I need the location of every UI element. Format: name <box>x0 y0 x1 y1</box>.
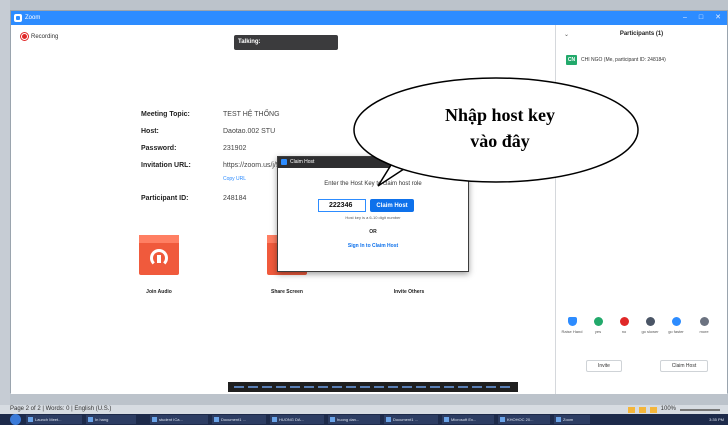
more-button[interactable]: more <box>692 317 716 334</box>
participant-item[interactable]: CN CHI NGO (Me, participant ID: 248184) <box>566 55 666 65</box>
minimize-icon[interactable]: – <box>683 11 687 25</box>
word-status-text: Page 2 of 2 | Words: 0 | English (U.S.) <box>10 406 112 412</box>
window-controls: – □ ✕ <box>683 11 721 25</box>
word-zoom-control[interactable]: 100% <box>627 405 720 414</box>
participant-name: CHI NGO (Me, participant ID: 248184) <box>581 57 666 63</box>
join-audio-icon <box>139 232 179 275</box>
password-value: 231902 <box>223 145 247 152</box>
callout-text: Nhập host key vào đây <box>380 102 620 154</box>
windows-taskbar: Launch Meet... In hang student ICa... Do… <box>0 414 728 425</box>
go-slower-button[interactable]: go slower <box>638 317 662 334</box>
invite-button[interactable]: Invite <box>586 360 622 372</box>
recording-label: Recording <box>31 33 59 40</box>
go-faster-button[interactable]: go faster <box>664 317 688 334</box>
word-document-strip <box>228 382 518 392</box>
callout-line-1: Nhập host key <box>444 105 556 125</box>
taskbar-item[interactable]: HUONG DA... <box>270 415 324 424</box>
participant-id-value: 248184 <box>223 195 247 202</box>
slower-icon <box>645 317 655 326</box>
talking-indicator: Talking: <box>234 35 338 50</box>
taskbar-item[interactable]: student ICa... <box>150 415 208 424</box>
meeting-topic-label: Meeting Topic: <box>141 111 190 118</box>
taskbar-item[interactable]: Zoom <box>554 415 590 424</box>
x-icon <box>619 317 629 326</box>
taskbar-item[interactable]: In hang <box>86 415 136 424</box>
raise-hand-button[interactable]: Raise Hand <box>560 317 584 334</box>
word-zoom-value: 100% <box>660 406 676 412</box>
start-button[interactable] <box>10 414 21 425</box>
word-status-bar: Page 2 of 2 | Words: 0 | English (U.S.) … <box>0 405 728 414</box>
no-button[interactable]: no <box>612 317 636 334</box>
word-left-ruler <box>0 0 10 405</box>
host-key-input[interactable] <box>318 199 366 212</box>
taskbar-item[interactable]: huong dan... <box>328 415 380 424</box>
participants-header: Participants (1) <box>619 31 664 37</box>
maximize-icon[interactable]: □ <box>699 11 703 25</box>
close-icon[interactable]: ✕ <box>715 11 721 25</box>
invitation-url-label: Invitation URL: <box>141 162 191 169</box>
callout-line-2: vào đây <box>470 131 530 151</box>
yes-button[interactable]: yes <box>586 317 610 334</box>
window-title: Zoom <box>25 15 41 21</box>
taskbar-item[interactable]: Document1 ... <box>212 415 266 424</box>
hand-icon <box>567 317 577 326</box>
claim-host-panel-button[interactable]: Claim Host <box>660 360 708 372</box>
zoom-titlebar: Zoom – □ ✕ <box>11 11 727 25</box>
join-audio-label: Join Audio <box>146 289 172 295</box>
claim-host-button[interactable]: Claim Host <box>370 199 414 212</box>
taskbar-item[interactable]: Microsoft Ex... <box>442 415 494 424</box>
participant-id-label: Participant ID: <box>141 195 189 202</box>
invite-others-label: Invite Others <box>393 289 425 295</box>
host-value: Daotao.002 STU <box>223 128 276 135</box>
reaction-controls: Raise Hand yes no go slower go faster mo… <box>556 317 728 347</box>
taskbar-item[interactable]: Launch Meet... <box>26 415 82 424</box>
copy-url-link[interactable]: Copy URL <box>223 176 246 182</box>
callout-bubble: Nhập host key vào đây <box>350 72 642 192</box>
more-icon <box>699 317 709 326</box>
faster-icon <box>671 317 681 326</box>
zoom-logo-icon <box>14 14 22 22</box>
taskbar-item[interactable]: Document1 ... <box>384 415 438 424</box>
sign-in-claim-host-link[interactable]: Sign In to Claim Host <box>278 243 468 249</box>
share-screen-label: Share Screen <box>271 289 303 295</box>
taskbar-clock[interactable]: 3:35 PM <box>709 414 724 425</box>
or-divider: OR <box>369 229 377 235</box>
host-key-hint: Host key is a 6-10 digit number <box>345 215 401 220</box>
recording-indicator[interactable]: Recording <box>21 33 58 40</box>
record-icon <box>21 33 28 40</box>
password-label: Password: <box>141 145 177 152</box>
join-audio-action[interactable]: Join Audio <box>129 232 189 295</box>
host-label: Host: <box>141 128 159 135</box>
avatar: CN <box>566 55 577 65</box>
check-icon <box>593 317 603 326</box>
dialog-title: Claim Host <box>290 159 315 165</box>
taskbar-item[interactable]: KHOHOC 20... <box>498 415 550 424</box>
meeting-topic-value: TEST HỆ THỐNG <box>223 111 280 118</box>
